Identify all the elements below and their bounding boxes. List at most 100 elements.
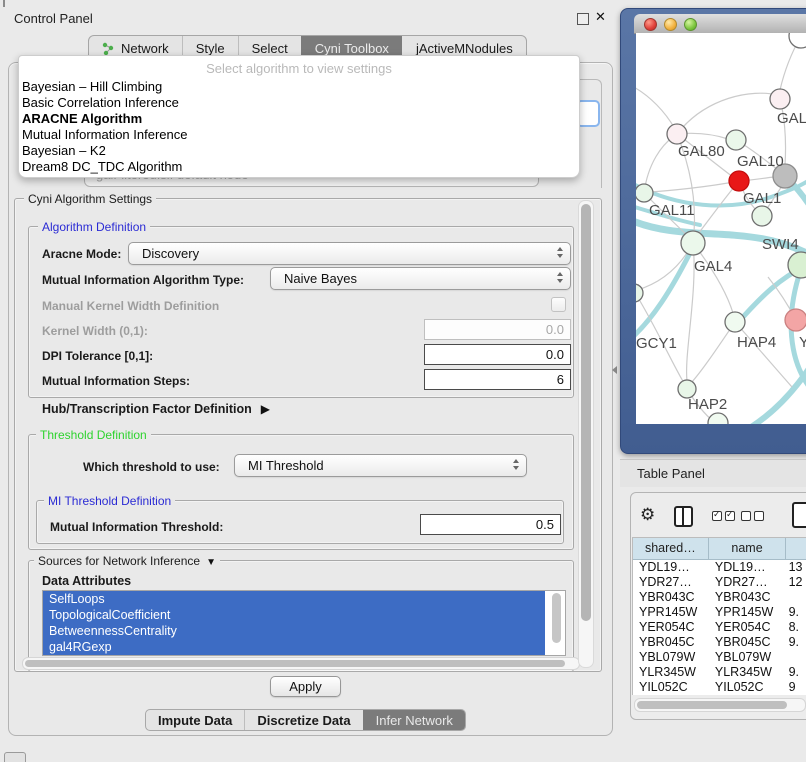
network-node-label: GAL80 (678, 143, 725, 160)
columns-icon[interactable] (674, 506, 693, 527)
data-attributes-list[interactable]: SelfLoopsTopologicalCoefficientBetweenne… (42, 590, 566, 656)
network-node[interactable] (681, 231, 705, 255)
hub-definition-toggle[interactable]: Hub/Transcription Factor Definition▶ (42, 402, 270, 416)
mi-type-label: Mutual Information Algorithm Type: (42, 273, 244, 287)
table-cell: YBR045C (709, 635, 787, 650)
network-node[interactable] (636, 284, 643, 302)
network-edge[interactable] (691, 322, 735, 383)
deselect-all-icon[interactable] (741, 511, 751, 521)
window-minimize-button[interactable] (664, 18, 677, 31)
window-zoom-button[interactable] (684, 18, 697, 31)
network-node[interactable] (636, 184, 653, 202)
algorithm-option[interactable]: ARACNE Algorithm (19, 111, 579, 127)
settings-horizontal-scrollbar[interactable] (22, 657, 580, 670)
network-view-canvas[interactable]: GALGAL80GAL10GAL1GAL11SWI4GAL4GCY1HAP4YH… (636, 33, 806, 424)
network-node-label: GAL (777, 110, 806, 127)
network-edge[interactable] (636, 85, 675, 129)
which-threshold-combo[interactable]: MI Threshold (234, 454, 527, 477)
expand-arrow-icon[interactable]: ▶ (261, 402, 270, 416)
table-row[interactable]: YLR345WYLR345W9. (633, 665, 806, 680)
tab-label: Style (196, 41, 225, 56)
network-edge[interactable] (748, 367, 806, 424)
algorithm-option[interactable]: Dream8 DC_TDC Algorithm (19, 159, 579, 175)
tab-discretize-data[interactable]: Discretize Data (244, 710, 362, 730)
table-column-header[interactable]: name (709, 538, 787, 559)
table-row[interactable]: YDL19…YDL19…13 (633, 560, 806, 575)
network-node[interactable] (729, 171, 749, 191)
network-edge[interactable] (636, 247, 693, 341)
gear-icon[interactable]: ⚙ (640, 506, 655, 523)
network-node[interactable] (752, 206, 772, 226)
table-cell: 9 (787, 680, 806, 695)
table-row[interactable]: YPR145WYPR145W9. (633, 605, 806, 620)
network-node-label: HAP4 (737, 334, 776, 351)
manual-kernel-label: Manual Kernel Width Definition (42, 299, 219, 313)
mi-type-combo[interactable]: Naive Bayes (270, 267, 571, 290)
dpi-tolerance-field[interactable]: 0.0 (424, 344, 571, 365)
network-node[interactable] (667, 124, 687, 144)
close-panel-icon[interactable]: ✕ (595, 9, 606, 25)
aracne-mode-combo[interactable]: Discovery (128, 242, 571, 265)
table-row[interactable]: YDR27…YDR27…12 (633, 575, 806, 590)
attribute-list-item[interactable]: SelfLoops (43, 591, 545, 607)
table-row[interactable]: YBR045CYBR045C9. (633, 635, 806, 650)
network-node[interactable] (725, 312, 745, 332)
combo-stepper-icon (557, 272, 563, 283)
splitter-arrow-icon[interactable] (612, 366, 617, 374)
attribute-list-item[interactable]: gal4RGexp (43, 639, 545, 655)
network-edge[interactable] (687, 243, 695, 381)
table-cell: 9. (787, 635, 806, 650)
network-node-label: HAP2 (688, 396, 727, 413)
mi-steps-field[interactable]: 6 (424, 369, 571, 390)
tab-impute-data[interactable]: Impute Data (146, 710, 244, 730)
window-close-button[interactable] (644, 18, 657, 31)
network-node[interactable] (708, 413, 728, 424)
mi-threshold-field[interactable]: 0.5 (420, 514, 561, 535)
network-edge[interactable] (735, 322, 792, 387)
table-cell: YPR145W (633, 605, 709, 620)
settings-vertical-scrollbar[interactable] (578, 200, 594, 668)
select-all-icon[interactable]: ✓ (725, 511, 735, 521)
algorithm-option[interactable]: Bayesian – Hill Climbing (19, 79, 579, 95)
minimized-panel-button[interactable] (4, 752, 26, 762)
select-all-icon[interactable]: ✓ (712, 511, 722, 521)
table-row[interactable]: YBR043CYBR043C (633, 590, 806, 605)
table-header-row: shared…name (633, 538, 806, 560)
table-cell: YBL079W (709, 650, 787, 665)
manual-kernel-checkbox[interactable] (551, 297, 566, 312)
algorithm-option[interactable]: Bayesian – K2 (19, 143, 579, 159)
float-panel-icon[interactable] (577, 13, 589, 25)
file-icon[interactable] (792, 502, 806, 528)
algorithm-option[interactable]: Basic Correlation Inference (19, 95, 579, 111)
table-column-header[interactable]: shared… (633, 538, 709, 559)
network-edge[interactable] (648, 181, 739, 192)
sources-group-title[interactable]: Sources for Network Inference▼ (34, 554, 220, 568)
table-horizontal-scrollbar[interactable] (634, 698, 806, 712)
attributes-vertical-scrollbar[interactable] (551, 591, 562, 653)
aracne-mode-value: Discovery (142, 246, 199, 261)
apply-button[interactable]: Apply (270, 676, 341, 697)
network-edge[interactable] (677, 93, 777, 134)
algorithm-option[interactable]: Mutual Information Inference (19, 127, 579, 143)
tab-infer-network[interactable]: Infer Network (363, 710, 465, 730)
table-cell: 12 (787, 575, 806, 590)
which-threshold-value: MI Threshold (248, 458, 324, 473)
attribute-list-item[interactable]: TopologicalCoefficient (43, 607, 545, 623)
network-node[interactable] (789, 33, 806, 48)
network-window-titlebar[interactable] (634, 14, 806, 34)
table-row[interactable]: YIL052CYIL052C9 (633, 680, 806, 695)
attribute-list-item[interactable]: BetweennessCentrality (43, 623, 545, 639)
dropdown-prompt: Select algorithm to view settings (19, 56, 579, 79)
network-node[interactable] (785, 309, 806, 331)
deselect-all-icon[interactable] (754, 511, 764, 521)
table-column-header[interactable] (786, 538, 806, 559)
node-table[interactable]: shared…nameYDL19…YDL19…13YDR27…YDR27…12Y… (632, 537, 806, 695)
application-window: Control Panel ✕ Network Style Select Cyn… (0, 0, 806, 762)
network-node[interactable] (726, 130, 746, 150)
table-cell: 8. (787, 620, 806, 635)
network-node[interactable] (770, 89, 790, 109)
table-row[interactable]: YER054CYER054C8. (633, 620, 806, 635)
table-row[interactable]: YBL079WYBL079W (633, 650, 806, 665)
network-node-label: GAL10 (737, 153, 784, 170)
collapse-arrow-icon[interactable]: ▼ (206, 557, 216, 568)
